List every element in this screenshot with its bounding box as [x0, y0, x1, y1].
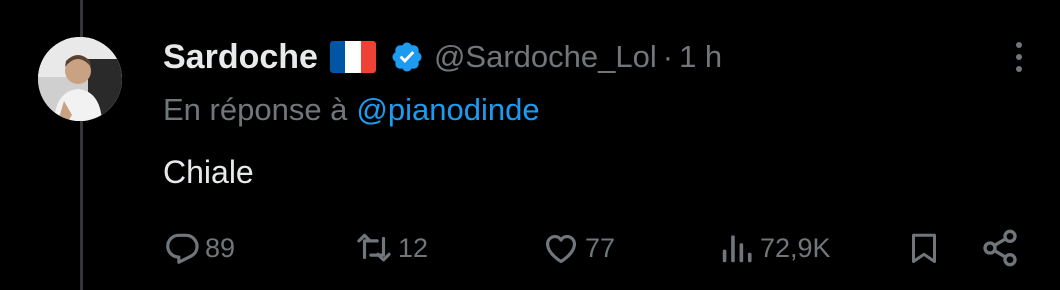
retweet-arrows-icon: [357, 233, 391, 262]
reply-button[interactable]: 89: [163, 226, 235, 270]
avatar[interactable]: [38, 37, 122, 121]
bookmark-icon: [912, 233, 936, 263]
more-options-button[interactable]: [1004, 38, 1034, 76]
reply-count: 89: [205, 232, 236, 263]
reply-context: En réponse à @pianodinde: [163, 88, 540, 132]
france-flag-icon: [329, 41, 376, 73]
bookmark-button[interactable]: [906, 226, 942, 270]
like-count: 77: [585, 232, 616, 263]
separator-dot: ·: [662, 39, 674, 74]
verified-badge-icon: [390, 40, 424, 74]
heart-icon: [545, 235, 577, 264]
more-dots-icon: [1016, 42, 1022, 48]
views-button[interactable]: 72,9K: [718, 226, 831, 270]
views-count: 72,9K: [760, 232, 831, 263]
bar-chart-icon: [722, 235, 752, 263]
tweet-header: Sardoche @Sardoche_Lol · 1 h: [163, 32, 722, 82]
share-icon: [983, 229, 1017, 267]
reply-prefix: En réponse à: [163, 92, 348, 127]
like-button[interactable]: 77: [541, 226, 615, 270]
reply-mention-link[interactable]: @pianodinde: [356, 92, 539, 128]
author-handle[interactable]: @Sardoche_Lol: [434, 39, 657, 75]
share-button[interactable]: [980, 226, 1020, 270]
retweet-button[interactable]: 12: [354, 226, 428, 270]
retweet-count: 12: [398, 232, 429, 263]
tweet-text: Chiale: [163, 154, 254, 190]
speech-bubble-icon: [166, 233, 199, 264]
author-display-name[interactable]: Sardoche: [163, 38, 318, 77]
tweet-timestamp[interactable]: 1 h: [679, 39, 722, 75]
